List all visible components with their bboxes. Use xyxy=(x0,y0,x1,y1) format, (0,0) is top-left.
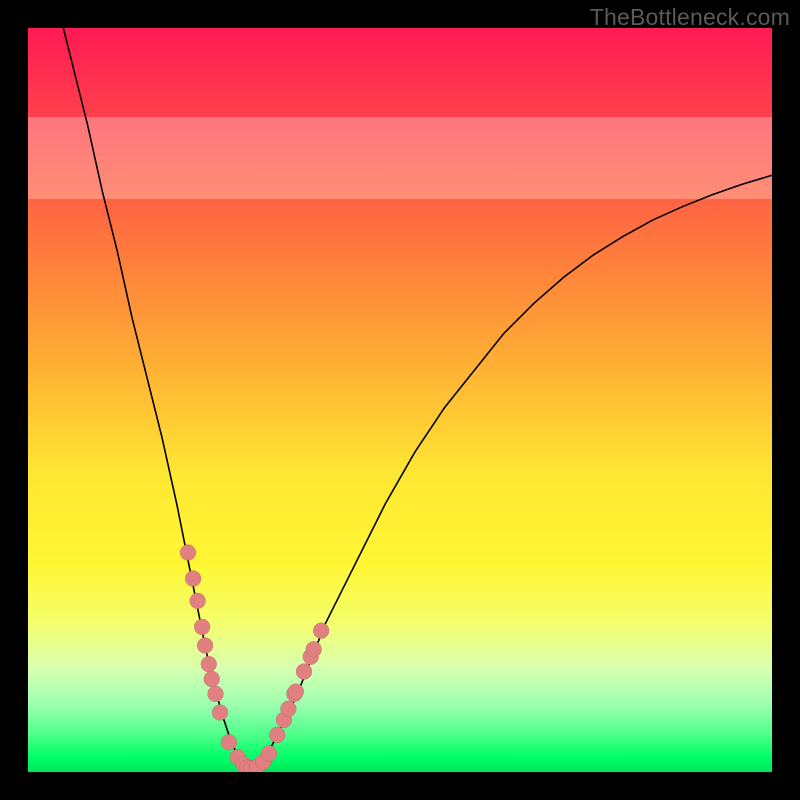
chart-dot xyxy=(306,641,322,657)
chart-dot xyxy=(288,684,304,700)
chart-dot xyxy=(269,727,285,743)
chart-curve-left-branch xyxy=(58,28,251,768)
chart-dot xyxy=(221,734,237,750)
chart-dot xyxy=(194,619,210,635)
chart-dot xyxy=(197,638,213,654)
chart-svg-layer xyxy=(28,28,772,772)
chart-dot xyxy=(212,704,228,720)
chart-frame: TheBottleneck.com xyxy=(0,0,800,800)
chart-dot xyxy=(180,545,196,561)
chart-dot xyxy=(190,593,206,609)
chart-curve-right-branch xyxy=(251,175,772,768)
chart-dot xyxy=(280,701,296,717)
watermark-text: TheBottleneck.com xyxy=(590,4,790,31)
chart-dot xyxy=(185,571,201,587)
chart-dot xyxy=(204,671,220,687)
chart-dot xyxy=(313,623,329,639)
chart-dot xyxy=(296,664,312,680)
chart-dot xyxy=(201,656,217,672)
chart-dot xyxy=(261,745,277,761)
chart-dot xyxy=(207,686,223,702)
chart-plot-area xyxy=(28,28,772,772)
